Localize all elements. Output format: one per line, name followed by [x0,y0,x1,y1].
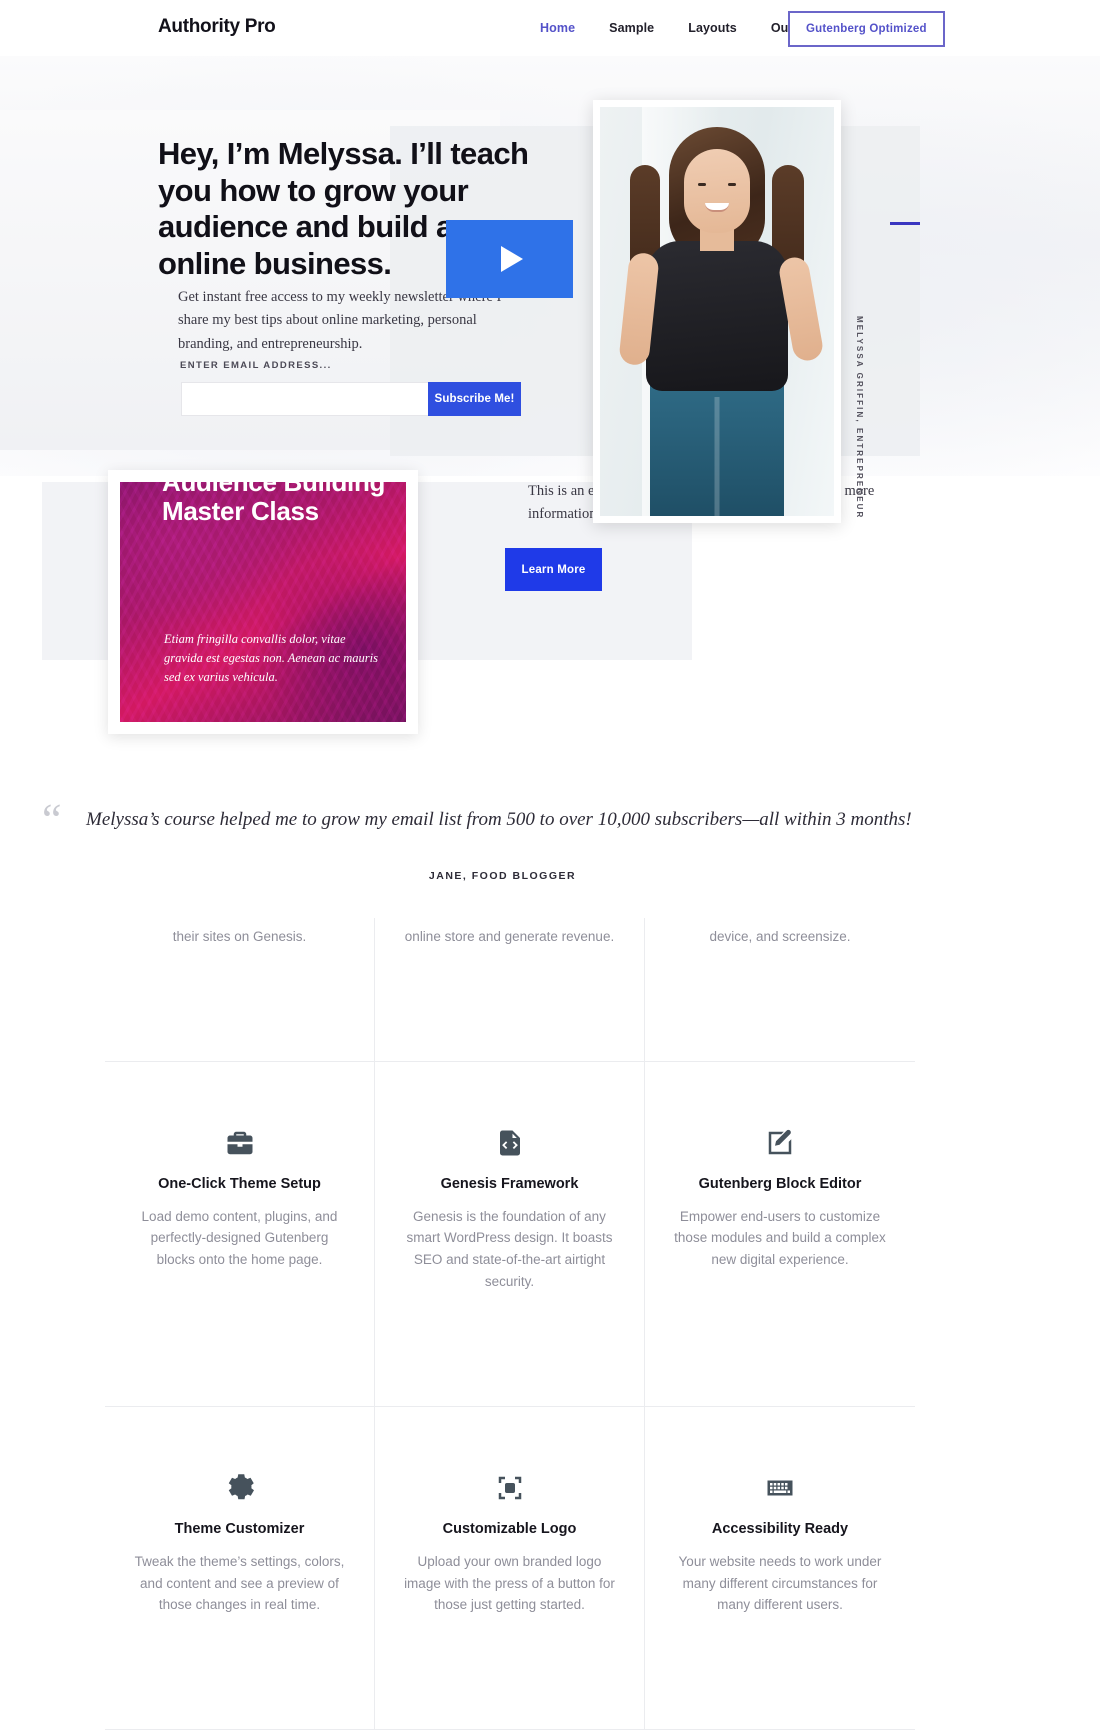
portrait-caption: MELYSSA GRIFFIN, ENTREPRENEUR [855,316,864,520]
site-logo[interactable]: Authority Pro [158,16,276,38]
subscribe-button[interactable]: Subscribe Me! [428,382,521,416]
feature-cell-genesis-framework: Genesis Framework Genesis is the foundat… [375,1061,645,1407]
hero-portrait-photo [593,100,841,523]
feature-title: Customizable Logo [442,1520,577,1537]
feature-title: Gutenberg Block Editor [698,1175,862,1192]
course-card-image: Audience Building Master Class Etiam fri… [120,482,406,722]
crop-logo-icon [495,1473,525,1503]
site-header: Authority Pro Home Sample Layouts Our Sh… [0,0,1100,56]
keyboard-icon [765,1473,795,1503]
email-input[interactable] [181,382,428,416]
quote-icon: “ [42,795,62,844]
feature-cell-partial-1: their sites on Genesis. [105,918,375,1062]
feature-cell-partial-3: device, and screensize. [645,918,915,1062]
portrait-jeans [650,381,784,516]
feature-description: Empower end-users to customize those mod… [674,1208,886,1268]
play-icon[interactable] [446,220,573,298]
feature-partial-text: their sites on Genesis. [172,929,307,944]
feature-title: Accessibility Ready [711,1520,849,1537]
nav-links: Home Sample Layouts Our Shop [540,21,829,35]
portrait-eye-left [698,183,706,186]
nav-item-home[interactable]: Home [540,21,575,35]
portrait-face [684,149,750,233]
feature-partial-text: online store and generate revenue. [404,929,615,944]
portrait-image [600,107,834,516]
feature-cell-one-click-theme-setup: One-Click Theme Setup Load demo content,… [105,1061,375,1407]
hero-section: Hey, I’m Melyssa. I’ll teach you how to … [0,56,1100,523]
course-card[interactable]: Audience Building Master Class Etiam fri… [108,470,418,734]
gear-icon [225,1473,255,1503]
feature-title: Genesis Framework [440,1175,579,1192]
nav-cta-button[interactable]: Gutenberg Optimized [788,11,945,47]
newsletter-form: Subscribe Me! [181,382,521,416]
testimonial-section: “ Melyssa’s course helped me to grow my … [0,780,1100,920]
nav-item-layouts[interactable]: Layouts [688,21,737,35]
feature-description: Tweak the theme’s settings, colors, and … [134,1553,345,1613]
feature-description: Load demo content, plugins, and perfectl… [141,1208,338,1268]
learn-more-button[interactable]: Learn More [505,548,602,591]
feature-description: Genesis is the foundation of any smart W… [406,1208,613,1290]
features-grid: their sites on Genesis. online store and… [105,918,915,1730]
feature-title: Theme Customizer [174,1520,305,1537]
testimonial-cite: JANE, FOOD BLOGGER [428,870,577,882]
feature-title: One-Click Theme Setup [158,1175,321,1192]
portrait-top [646,241,788,391]
course-title: Audience Building Master Class [162,482,386,527]
feature-cell-partial-2: online store and generate revenue. [375,918,645,1062]
edit-pencil-icon [765,1128,795,1158]
course-section: Audience Building Master Class Etiam fri… [0,430,1100,770]
feature-cell-customizable-logo: Customizable Logo Upload your own brande… [375,1406,645,1730]
portrait-eye-right [728,183,736,186]
feature-partial-text: device, and screensize. [709,929,851,944]
briefcase-icon [225,1128,255,1158]
feature-cell-gutenberg-block-editor: Gutenberg Block Editor Empower end-users… [645,1062,915,1407]
email-form-label: ENTER EMAIL ADDRESS... [180,360,332,371]
feature-description: Upload your own branded logo image with … [404,1553,615,1613]
nav-item-sample[interactable]: Sample [609,21,654,35]
hero-accent-bar [890,222,920,225]
course-description: Etiam fringilla convallis dolor, vitae g… [164,632,378,684]
play-triangle [501,246,523,272]
code-file-icon [495,1128,525,1158]
page-root: Authority Pro Home Sample Layouts Our Sh… [0,0,1100,1730]
feature-cell-accessibility-ready: Accessibility Ready Your website needs t… [645,1407,915,1730]
feature-description: Your website needs to work under many di… [678,1553,882,1613]
portrait-smile [705,203,729,212]
testimonial-quote: Melyssa’s course helped me to grow my em… [86,809,912,830]
feature-cell-theme-customizer: Theme Customizer Tweak the theme’s setti… [105,1406,375,1730]
primary-navigation: Home Sample Layouts Our Shop Gutenberg O… [540,0,945,56]
